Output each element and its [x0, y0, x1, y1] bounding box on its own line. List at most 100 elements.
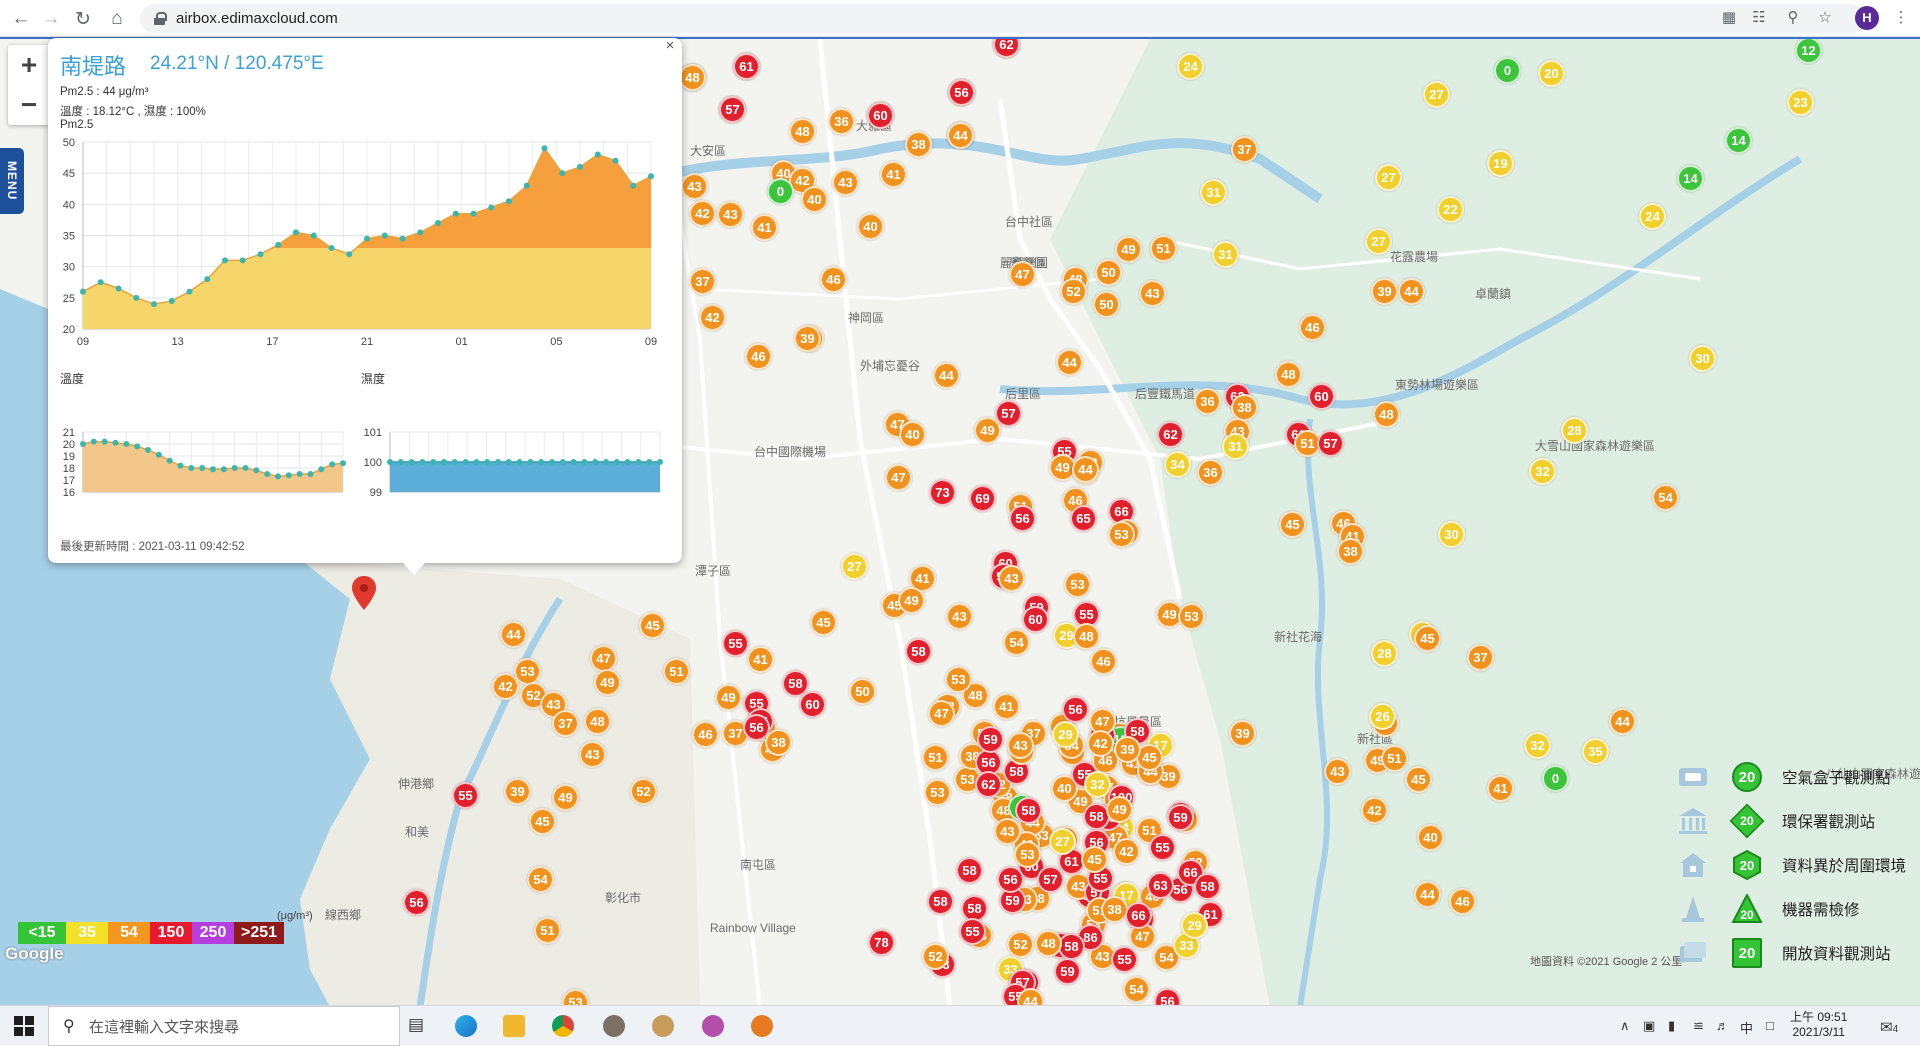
station-marker[interactable]: 23 [1787, 89, 1814, 116]
station-marker[interactable]: 20 [1538, 60, 1565, 87]
station-marker[interactable]: 27 [1049, 828, 1076, 855]
station-marker[interactable]: 55 [1149, 834, 1176, 861]
station-marker[interactable]: 56 [948, 79, 975, 106]
notification-icon[interactable]: ✉4 [1880, 1018, 1898, 1036]
station-marker[interactable]: 43 [579, 741, 606, 768]
station-marker[interactable]: 53 [1064, 571, 1091, 598]
station-marker[interactable]: 78 [868, 929, 895, 956]
wifi-icon[interactable]: ≌ [1693, 1018, 1704, 1034]
station-marker[interactable]: 56 [1062, 696, 1089, 723]
app-icon-4[interactable] [751, 1015, 773, 1037]
station-marker[interactable]: 45 [1405, 766, 1432, 793]
station-marker[interactable]: 45 [1414, 625, 1441, 652]
app-icon-1[interactable] [603, 1015, 625, 1037]
station-marker[interactable]: 45 [529, 808, 556, 835]
file-explorer-icon[interactable] [503, 1015, 525, 1037]
station-marker[interactable]: 58 [956, 857, 983, 884]
station-marker[interactable]: 27 [1365, 228, 1392, 255]
close-icon[interactable]: × [662, 38, 678, 54]
station-marker[interactable]: 37 [1467, 644, 1494, 671]
station-marker[interactable]: 48 [679, 64, 706, 91]
ime-mode-icon[interactable]: □ [1766, 1018, 1774, 1033]
station-marker[interactable]: 52 [1060, 278, 1087, 305]
station-marker[interactable]: 48 [1073, 623, 1100, 650]
station-marker[interactable]: 36 [828, 108, 855, 135]
station-marker[interactable]: 53 [924, 779, 951, 806]
station-marker[interactable]: 39 [1371, 278, 1398, 305]
volume-icon[interactable]: ♬ [1716, 1018, 1729, 1033]
station-marker[interactable]: 59 [1054, 958, 1081, 985]
station-marker[interactable]: 53 [1178, 603, 1205, 630]
station-marker[interactable]: 51 [534, 917, 561, 944]
station-marker[interactable]: 45 [810, 609, 837, 636]
station-marker[interactable]: 43 [1324, 758, 1351, 785]
selected-location-pin[interactable] [352, 576, 376, 610]
station-marker[interactable]: 14 [1677, 165, 1704, 192]
station-marker[interactable]: 35 [1582, 738, 1609, 765]
station-marker[interactable]: 30 [1438, 521, 1465, 548]
station-marker[interactable]: 45 [1081, 846, 1108, 873]
station-marker[interactable]: 53 [945, 666, 972, 693]
zoom-icon[interactable]: ⚲ [1782, 7, 1804, 29]
station-marker[interactable]: 44 [933, 362, 960, 389]
station-marker[interactable]: 56 [403, 889, 430, 916]
tray-device-icon[interactable]: ▣ [1643, 1018, 1655, 1034]
station-marker[interactable]: 44 [1072, 456, 1099, 483]
station-marker[interactable]: 49 [974, 417, 1001, 444]
station-marker[interactable]: 51 [1150, 235, 1177, 262]
station-marker[interactable]: 45 [639, 612, 666, 639]
station-marker[interactable]: 28 [1561, 417, 1588, 444]
station-marker[interactable]: 56 [1154, 988, 1181, 1005]
bookmark-star-icon[interactable]: ☆ [1814, 7, 1836, 29]
station-marker[interactable]: 55 [1111, 946, 1138, 973]
station-marker[interactable]: 61 [733, 53, 760, 80]
station-marker[interactable]: 43 [1139, 280, 1166, 307]
station-marker[interactable]: 58 [1015, 797, 1042, 824]
station-marker[interactable]: 44 [1414, 881, 1441, 908]
station-marker[interactable]: 48 [1035, 930, 1062, 957]
station-marker[interactable]: 54 [1652, 484, 1679, 511]
station-marker[interactable]: 60 [1308, 383, 1335, 410]
qr-code-icon[interactable]: ▦ [1718, 7, 1740, 29]
station-marker[interactable]: 26 [1369, 703, 1396, 730]
station-marker[interactable]: 38 [905, 131, 932, 158]
station-marker[interactable]: 32 [1529, 458, 1556, 485]
station-marker[interactable]: 49 [898, 587, 925, 614]
station-marker[interactable]: 50 [1093, 291, 1120, 318]
station-marker[interactable]: 42 [699, 304, 726, 331]
zoom-out-button[interactable]: − [8, 85, 50, 125]
station-marker[interactable]: 69 [969, 485, 996, 512]
station-marker[interactable]: 60 [867, 102, 894, 129]
station-marker[interactable]: 37 [552, 710, 579, 737]
windows-start-icon[interactable] [14, 1016, 34, 1036]
station-marker[interactable]: 43 [998, 565, 1025, 592]
station-marker[interactable]: 46 [1449, 888, 1476, 915]
menu-tab[interactable]: MENU [0, 148, 24, 214]
station-marker[interactable]: 12 [1795, 39, 1822, 64]
station-marker[interactable]: 31 [1222, 433, 1249, 460]
station-marker[interactable]: 42 [689, 200, 716, 227]
station-marker[interactable]: 56 [997, 866, 1024, 893]
station-marker[interactable]: 38 [1101, 896, 1128, 923]
station-marker[interactable]: 27 [1423, 81, 1450, 108]
station-marker[interactable]: 0 [1494, 57, 1521, 84]
station-marker[interactable]: 58 [1194, 873, 1221, 900]
battery-icon[interactable]: ▮ [1668, 1018, 1675, 1034]
station-marker[interactable]: 59 [1167, 804, 1194, 831]
station-marker[interactable]: 73 [929, 479, 956, 506]
station-marker[interactable]: 14 [1725, 127, 1752, 154]
station-marker[interactable]: 36 [1194, 388, 1221, 415]
station-marker[interactable]: 48 [1373, 401, 1400, 428]
station-marker[interactable]: 0 [767, 178, 794, 205]
station-marker[interactable]: 53 [1014, 841, 1041, 868]
station-marker[interactable]: 41 [1487, 775, 1514, 802]
station-marker[interactable]: 63 [1147, 872, 1174, 899]
station-marker[interactable]: 30 [1689, 345, 1716, 372]
station-marker[interactable]: 52 [1007, 931, 1034, 958]
station-marker[interactable]: 28 [1371, 640, 1398, 667]
station-marker[interactable]: 47 [590, 645, 617, 672]
station-marker[interactable]: 38 [765, 729, 792, 756]
station-marker[interactable]: 54 [1123, 976, 1150, 1003]
station-marker[interactable]: 43 [681, 173, 708, 200]
station-marker[interactable]: 38 [1231, 394, 1258, 421]
